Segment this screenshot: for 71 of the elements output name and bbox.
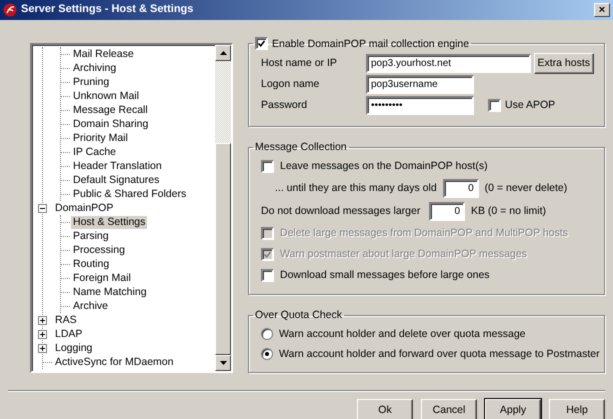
dialog-button[interactable]: Help: [549, 399, 605, 419]
tree-item[interactable]: Public & Shared Folders: [71, 188, 188, 200]
close-button[interactable]: ×: [594, 3, 610, 17]
hint-text: (0 = never delete): [484, 182, 568, 195]
radio-button[interactable]: [261, 348, 273, 360]
window-title: Server Settings - Host & Settings: [21, 3, 194, 17]
tree-item[interactable]: Unknown Mail: [71, 90, 141, 102]
check-icon: [258, 40, 265, 47]
field-label: Logon name: [261, 78, 320, 91]
radio-label: Warn account holder and delete over quota message: [279, 328, 526, 340]
tree-item[interactable]: Priority Mail: [71, 132, 130, 144]
tree-item[interactable]: Parsing: [71, 230, 111, 242]
input-field[interactable]: pop3.yourhost.net: [366, 54, 531, 73]
radio-button[interactable]: [261, 328, 273, 340]
expand-icon[interactable]: [38, 316, 47, 324]
scroll-up-button[interactable]: [215, 45, 231, 61]
tree-item[interactable]: ActiveSync for MDaemon: [53, 356, 176, 368]
scrollbar[interactable]: [215, 45, 231, 371]
input-field[interactable]: pop3username: [366, 75, 474, 94]
tree-item[interactable]: Mail Release: [71, 48, 136, 60]
down-arrow-icon: [220, 361, 226, 365]
tree-item[interactable]: Archive: [71, 300, 110, 312]
number-field[interactable]: 0: [429, 202, 465, 221]
checkbox-label: Leave messages on the DomainPOP host(s): [280, 160, 488, 173]
field-label: Host name or IP: [261, 57, 338, 70]
extra-hosts-button[interactable]: Extra hosts: [534, 53, 594, 74]
collapse-icon[interactable]: [38, 204, 47, 212]
checkbox[interactable]: [255, 37, 268, 50]
checkbox[interactable]: [488, 99, 501, 112]
checkbox-label: Warn postmaster about large DomainPOP messages: [280, 248, 527, 261]
tree-item[interactable]: RAS: [53, 314, 79, 326]
field-label: ... until they are this many days old: [275, 182, 437, 195]
app-logo-icon: [3, 3, 17, 17]
tree-item[interactable]: Default Signatures: [71, 174, 162, 186]
input-field[interactable]: •••••••••: [366, 96, 474, 115]
dialog-button[interactable]: Ok: [357, 399, 413, 419]
tree-item[interactable]: LDAP: [53, 328, 84, 340]
group-title: Over Quota Check: [254, 309, 343, 321]
radio-label: Warn account holder and forward over quota message to Postmaster: [279, 348, 600, 360]
tree-item[interactable]: Name Matching: [71, 286, 149, 298]
checkbox-label: Delete large messages from DomainPOP and MultiPOP hosts: [280, 227, 568, 240]
scroll-down-button[interactable]: [215, 355, 231, 371]
checkbox[interactable]: [261, 269, 274, 282]
hint-text: KB (0 = no limit): [471, 205, 546, 218]
dialog-button[interactable]: Cancel: [421, 399, 477, 419]
tree-item[interactable]: IP Cache: [71, 146, 118, 158]
tree-item[interactable]: Archiving: [71, 62, 118, 74]
dialog-button[interactable]: Apply: [485, 399, 541, 419]
scroll-thumb[interactable]: [215, 143, 231, 355]
tree-item[interactable]: Logging: [53, 342, 94, 354]
tree-item[interactable]: Pruning: [71, 76, 112, 88]
up-arrow-icon: [220, 51, 226, 55]
field-label: Password: [261, 99, 308, 112]
tree-item[interactable]: Foreign Mail: [71, 272, 133, 284]
tree-item[interactable]: Host & Settings: [71, 216, 148, 228]
tree-item[interactable]: Message Recall: [71, 104, 150, 116]
tree-item[interactable]: DomainPOP: [53, 202, 116, 214]
checkbox-label: Enable DomainPOP mail collection engine: [272, 38, 470, 50]
field-label: Do not download messages larger: [261, 205, 422, 218]
expand-icon[interactable]: [38, 344, 47, 352]
group-title: Message Collection: [254, 141, 348, 153]
checkbox-label: Download small messages before large ones: [280, 269, 490, 282]
check-icon: [264, 251, 271, 258]
tree-item[interactable]: Processing: [71, 244, 127, 256]
number-field[interactable]: 0: [442, 179, 479, 198]
checkbox[interactable]: [261, 160, 274, 173]
checkbox-label: Use APOP: [505, 99, 556, 112]
tree-item[interactable]: Domain Sharing: [71, 118, 150, 130]
tree-item[interactable]: Routing: [71, 258, 112, 270]
tree-item[interactable]: Header Translation: [71, 160, 164, 172]
expand-icon[interactable]: [38, 330, 47, 338]
